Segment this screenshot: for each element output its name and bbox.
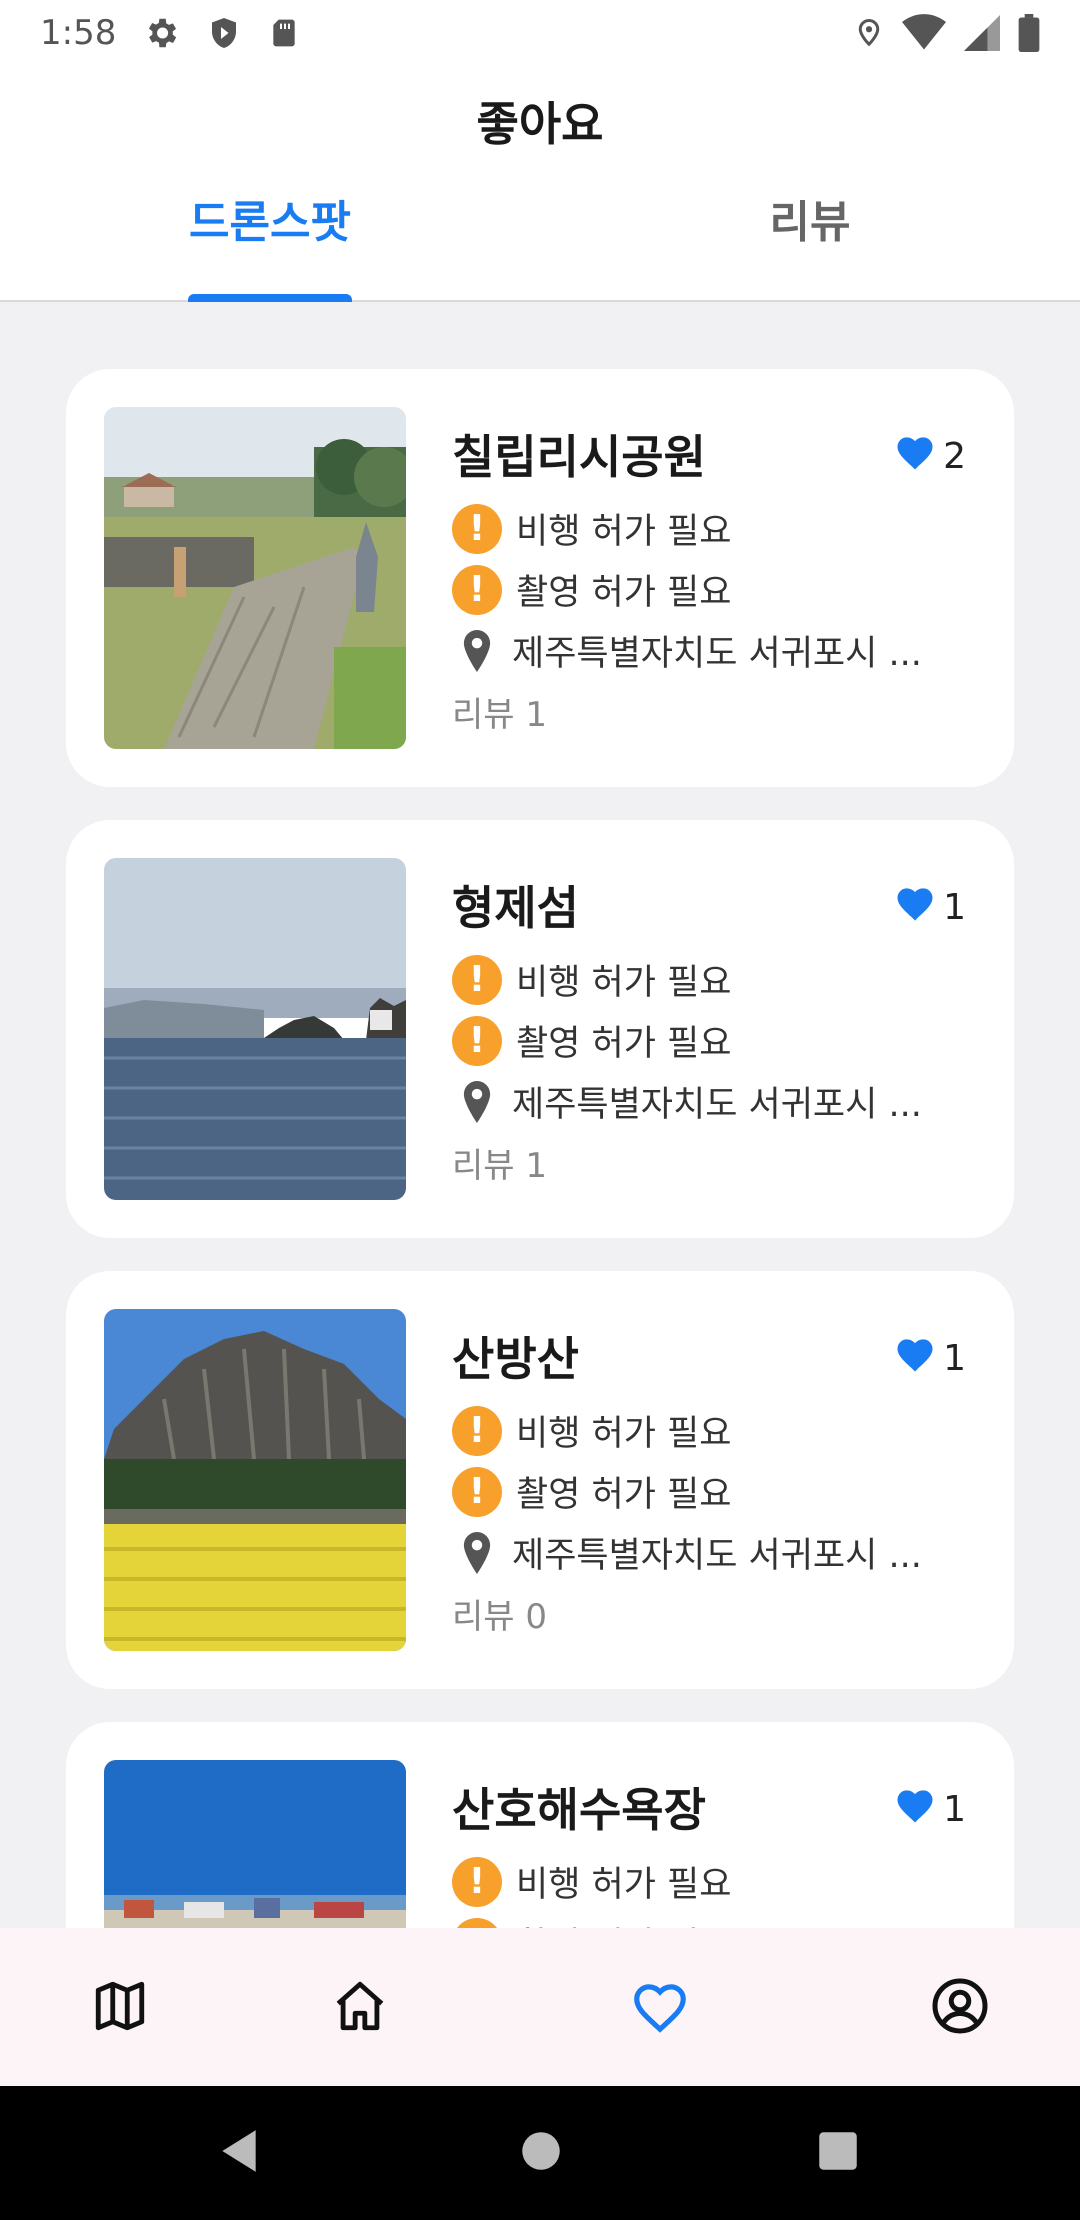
map-icon (91, 1977, 149, 2039)
nav-profile[interactable] (920, 1968, 1000, 2048)
spot-image (104, 1760, 406, 1928)
status-bar: 1:58 (0, 0, 1080, 66)
photo-permit-row: ! 촬영 허가 필요 (452, 1917, 731, 1928)
location-pin-icon (452, 1528, 502, 1578)
like-button[interactable]: 1 (895, 1786, 966, 1833)
warning-icon: ! (452, 954, 502, 1005)
flight-permit-label: 비행 허가 필요 (516, 963, 732, 1003)
home-button[interactable] (520, 2126, 562, 2180)
spot-image (104, 1309, 406, 1651)
tab-drone-spots[interactable]: 드론스팟 (0, 186, 540, 250)
warning-icon: ! (452, 1917, 502, 1928)
home-icon (331, 1977, 389, 2039)
location-pin-icon (452, 1077, 502, 1127)
address-text: 제주특별자치도 서귀포시 ... (512, 634, 922, 674)
review-count: 리뷰 0 (452, 1597, 547, 1637)
tab-reviews[interactable]: 리뷰 (540, 186, 1080, 250)
spot-image (104, 858, 406, 1200)
flight-permit-row: ! 비행 허가 필요 (452, 1856, 731, 1907)
like-count: 1 (943, 887, 966, 928)
address-row: 제주특별자치도 서귀포시 ... (452, 1076, 922, 1127)
flight-permit-label: 비행 허가 필요 (516, 512, 732, 552)
spot-card[interactable]: 산호해수욕장 1 ! 비행 허가 필요 ! 촬영 허가 필요 (66, 1722, 1014, 1928)
photo-permit-label: 촬영 허가 필요 (516, 1475, 732, 1515)
nav-home[interactable] (320, 1968, 400, 2048)
warning-icon: ! (452, 503, 502, 554)
spot-card[interactable]: 산방산 1 ! 비행 허가 필요 ! 촬영 허가 필요 제주특별자치도 서귀포시… (66, 1271, 1014, 1689)
like-button[interactable]: 2 (895, 433, 966, 480)
sd-card-icon (268, 14, 300, 52)
back-button[interactable] (218, 2126, 260, 2180)
warning-icon: ! (452, 1856, 502, 1907)
warning-icon: ! (452, 1466, 502, 1517)
spot-card[interactable]: 형제섬 1 ! 비행 허가 필요 ! 촬영 허가 필요 제주특별자치도 서귀포시… (66, 820, 1014, 1238)
tab-indicator (188, 294, 352, 302)
settings-icon (142, 14, 180, 52)
location-icon (854, 14, 884, 52)
heart-filled-icon (895, 1335, 935, 1382)
heart-filled-icon (895, 433, 935, 480)
warning-icon: ! (452, 1015, 502, 1066)
like-count: 1 (943, 1338, 966, 1379)
shield-icon (206, 14, 242, 52)
spot-card[interactable]: 칠립리시공원 2 ! 비행 허가 필요 ! 촬영 허가 필요 제주특별자치도 서… (66, 369, 1014, 787)
like-button[interactable]: 1 (895, 884, 966, 931)
heart-filled-icon (895, 1786, 935, 1833)
review-count: 리뷰 1 (452, 1146, 547, 1186)
spot-name: 산호해수욕장 (452, 1783, 706, 1837)
flight-permit-label: 비행 허가 필요 (516, 1865, 732, 1905)
address-row: 제주특별자치도 서귀포시 ... (452, 625, 922, 676)
address-row: 제주특별자치도 서귀포시 ... (452, 1527, 922, 1578)
like-button[interactable]: 1 (895, 1335, 966, 1382)
review-count: 리뷰 1 (452, 695, 547, 735)
nav-map[interactable] (80, 1968, 160, 2048)
photo-permit-label: 촬영 허가 필요 (516, 573, 732, 613)
flight-permit-row: ! 비행 허가 필요 (452, 954, 731, 1005)
flight-permit-row: ! 비행 허가 필요 (452, 503, 731, 554)
signal-icon (964, 14, 1000, 52)
address-text: 제주특별자치도 서귀포시 ... (512, 1085, 922, 1125)
wifi-icon (902, 14, 946, 52)
page-title: 좋아요 (476, 97, 604, 151)
heart-filled-icon (895, 884, 935, 931)
address-text: 제주특별자치도 서귀포시 ... (512, 1536, 922, 1576)
warning-icon: ! (452, 1405, 502, 1456)
spot-name: 칠립리시공원 (452, 430, 706, 484)
screen: 1:58 좋아요 드론스팟 리뷰 칠립리시공원 2 ! 비행 허가 필요 ! 촬… (0, 0, 1080, 2220)
app-header: 좋아요 드론스팟 리뷰 (0, 66, 1080, 302)
spot-image (104, 407, 406, 749)
bottom-nav (0, 1928, 1080, 2086)
spot-name: 산방산 (452, 1332, 579, 1386)
flight-permit-label: 비행 허가 필요 (516, 1414, 732, 1454)
like-count: 2 (943, 436, 966, 477)
recents-button[interactable] (816, 2126, 860, 2180)
location-pin-icon (452, 626, 502, 676)
heart-icon (629, 1977, 691, 2039)
photo-permit-label: 촬영 허가 필요 (516, 1024, 732, 1064)
battery-icon (1018, 14, 1040, 52)
flight-permit-row: ! 비행 허가 필요 (452, 1405, 731, 1456)
photo-permit-row: ! 촬영 허가 필요 (452, 1466, 731, 1517)
photo-permit-row: ! 촬영 허가 필요 (452, 564, 731, 615)
status-time: 1:58 (40, 13, 117, 53)
nav-likes[interactable] (620, 1968, 700, 2048)
warning-icon: ! (452, 564, 502, 615)
like-count: 1 (943, 1789, 966, 1830)
photo-permit-label: 촬영 허가 필요 (516, 1917, 731, 1928)
photo-permit-row: ! 촬영 허가 필요 (452, 1015, 731, 1066)
liked-spots-list: 칠립리시공원 2 ! 비행 허가 필요 ! 촬영 허가 필요 제주특별자치도 서… (0, 302, 1080, 1928)
system-nav-bar (0, 2086, 1080, 2220)
account-icon (930, 1976, 990, 2040)
spot-name: 형제섬 (452, 881, 579, 935)
